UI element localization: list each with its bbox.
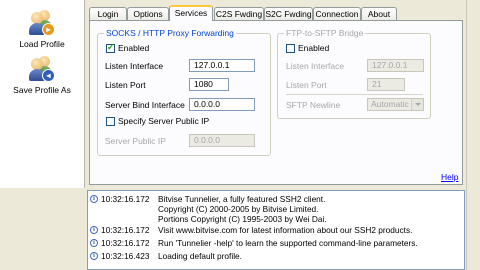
info-icon: i [90,239,98,247]
chevron-down-icon [411,99,423,110]
ftp-bridge-group-title: FTP-to-SFTP Bridge [284,28,366,38]
services-panel: SOCKS / HTTP Proxy Forwarding Enabled Li… [89,20,463,185]
log-message: Loading default profile. [158,251,242,261]
tab-options[interactable]: Options [127,7,169,20]
socks-enabled-checkbox[interactable] [106,42,115,53]
ftp-listen-interface-input[interactable]: 127.0.0.1 [367,59,424,72]
tab-connection[interactable]: Connection [313,7,361,20]
load-profile-label: Load Profile [19,39,65,49]
ftp-separator [286,94,423,95]
tab-services[interactable]: Services [169,5,213,21]
ftp-enabled-checkbox[interactable] [286,44,295,53]
help-link[interactable]: Help [441,172,458,182]
socks-listen-port-input[interactable]: 1080 [189,78,229,91]
specify-public-ip-label: Specify Server Public IP [118,116,210,126]
log-time: 10:32:16.423 [101,251,150,261]
save-profile-icon: ◂ [29,56,55,82]
socks-group: SOCKS / HTTP Proxy Forwarding Enabled Li… [97,28,271,156]
socks-enabled-label: Enabled [118,43,150,53]
save-profile-as-label: Save Profile As [13,85,71,95]
tab-s2c-fwding[interactable]: S2C Fwding [264,7,313,20]
socks-listen-interface-input[interactable]: 127.0.0.1 [189,59,255,72]
sftp-newline-value: Automatic [371,99,409,109]
specify-public-ip-checkbox[interactable] [106,117,115,126]
log-time: 10:32:16.172 [101,238,150,248]
socks-group-title: SOCKS / HTTP Proxy Forwarding [104,28,236,38]
log-message: Bitvise Tunnelier, a fully featured SSH2… [158,194,327,224]
profile-sidebar: ▸ Load Profile ◂ Save Profile As [0,0,85,188]
info-icon: i [90,252,98,260]
window-edge [466,0,480,270]
ftp-listen-interface-label: Listen Interface [286,61,345,71]
socks-server-bind-label: Server Bind Interface [105,100,185,110]
ftp-listen-port-input[interactable]: 21 [367,78,405,91]
socks-server-bind-input[interactable]: 0.0.0.0 [189,98,255,111]
socks-listen-interface-label: Listen Interface [105,61,164,71]
log-time: 10:32:16.172 [101,194,150,204]
ftp-listen-port-label: Listen Port [286,80,327,90]
sftp-newline-label: SFTP Newline [286,100,341,110]
info-icon: i [90,226,98,234]
tab-about[interactable]: About [361,7,397,20]
socks-public-ip-label: Server Public IP [105,136,166,146]
sftp-newline-select[interactable]: Automatic [367,98,424,111]
load-profile-button[interactable]: ▸ Load Profile [0,10,84,49]
log-message: Run 'Tunnelier -help' to learn the suppo… [158,238,418,248]
socks-public-ip-input[interactable]: 0.0.0.0 [189,134,255,147]
tab-c2s-fwding[interactable]: C2S Fwding [214,7,264,20]
ftp-enabled-label: Enabled [298,43,330,53]
socks-listen-port-label: Listen Port [105,80,146,90]
log-panel[interactable]: i 10:32:16.172 Bitvise Tunnelier, a full… [87,190,465,270]
log-time: 10:32:16.172 [101,225,150,235]
save-profile-as-button[interactable]: ◂ Save Profile As [0,56,84,95]
log-message: Visit www.bitvise.com for latest informa… [158,225,413,235]
ftp-bridge-group: FTP-to-SFTP Bridge Enabled Listen Interf… [277,28,431,119]
tab-login[interactable]: Login [89,7,127,20]
info-icon: i [90,195,98,203]
load-profile-icon: ▸ [29,10,55,36]
